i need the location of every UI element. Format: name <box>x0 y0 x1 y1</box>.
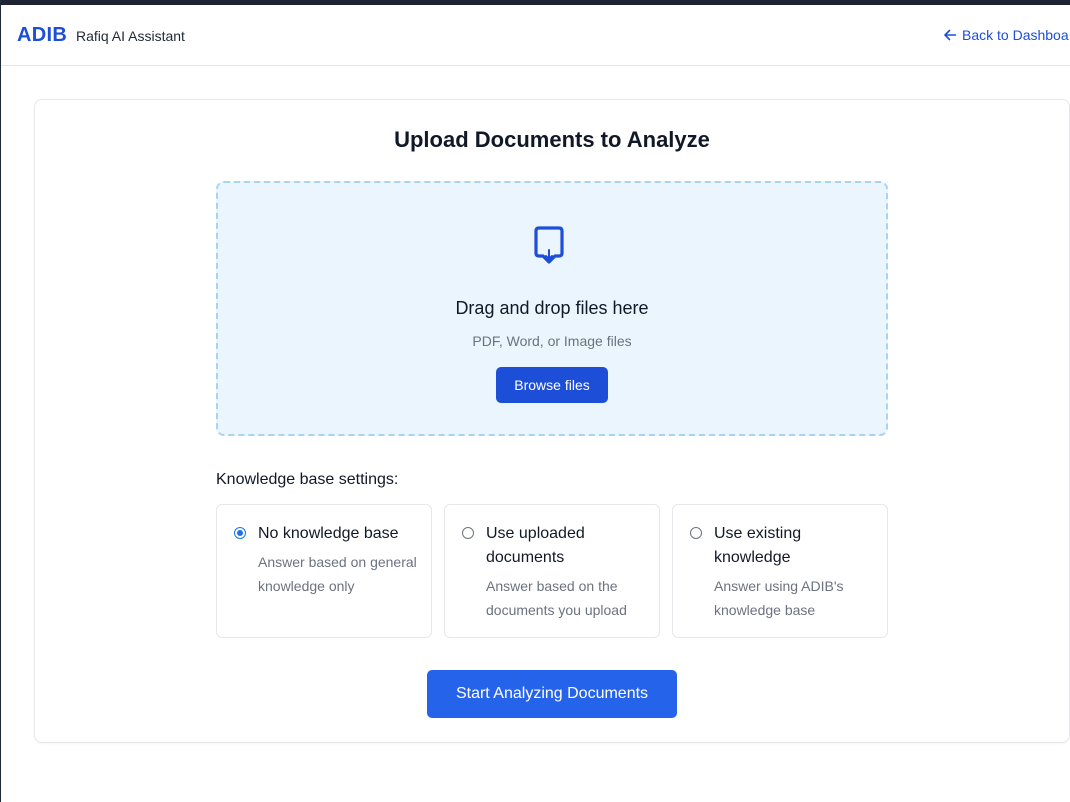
dropzone-subtitle: PDF, Word, or Image files <box>472 333 632 349</box>
back-to-dashboard-link[interactable]: Back to Dashboa <box>943 27 1069 43</box>
dropzone-title: Drag and drop files here <box>455 298 649 318</box>
option-title: Use uploaded documents <box>486 525 585 566</box>
option-use-existing-knowledge[interactable]: Use existing knowledge Answer using ADIB… <box>672 504 888 638</box>
option-title: Use existing knowledge <box>714 525 802 566</box>
option-description: Answer using ADIB's knowledge base <box>714 578 844 618</box>
page: ADIB Rafiq AI Assistant Back to Dashboa … <box>0 0 1070 802</box>
back-link-label: Back to Dashboa <box>962 27 1069 43</box>
radio-use-existing-knowledge[interactable] <box>690 527 702 539</box>
option-no-knowledge-base[interactable]: No knowledge base Answer based on genera… <box>216 504 432 638</box>
start-analyzing-button[interactable]: Start Analyzing Documents <box>427 670 677 718</box>
app-name: Rafiq AI Assistant <box>76 28 185 44</box>
browse-files-button[interactable]: Browse files <box>496 367 608 403</box>
radio-use-uploaded-documents[interactable] <box>462 527 474 539</box>
upload-file-icon <box>534 226 564 264</box>
option-description: Answer based on the documents you upload <box>486 578 627 618</box>
knowledge-base-label: Knowledge base settings: <box>216 471 399 488</box>
radio-no-knowledge-base[interactable] <box>234 527 246 539</box>
page-title: Upload Documents to Analyze <box>394 127 710 152</box>
option-title: No knowledge base <box>258 525 399 542</box>
adib-logo[interactable]: ADIB <box>17 24 67 47</box>
arrow-left-icon <box>944 29 957 41</box>
option-use-uploaded-documents[interactable]: Use uploaded documents Answer based on t… <box>444 504 660 638</box>
option-description: Answer based on general knowledge only <box>258 554 417 594</box>
app-header: ADIB Rafiq AI Assistant Back to Dashboa <box>1 5 1070 66</box>
file-dropzone[interactable]: Drag and drop files here PDF, Word, or I… <box>216 181 888 436</box>
